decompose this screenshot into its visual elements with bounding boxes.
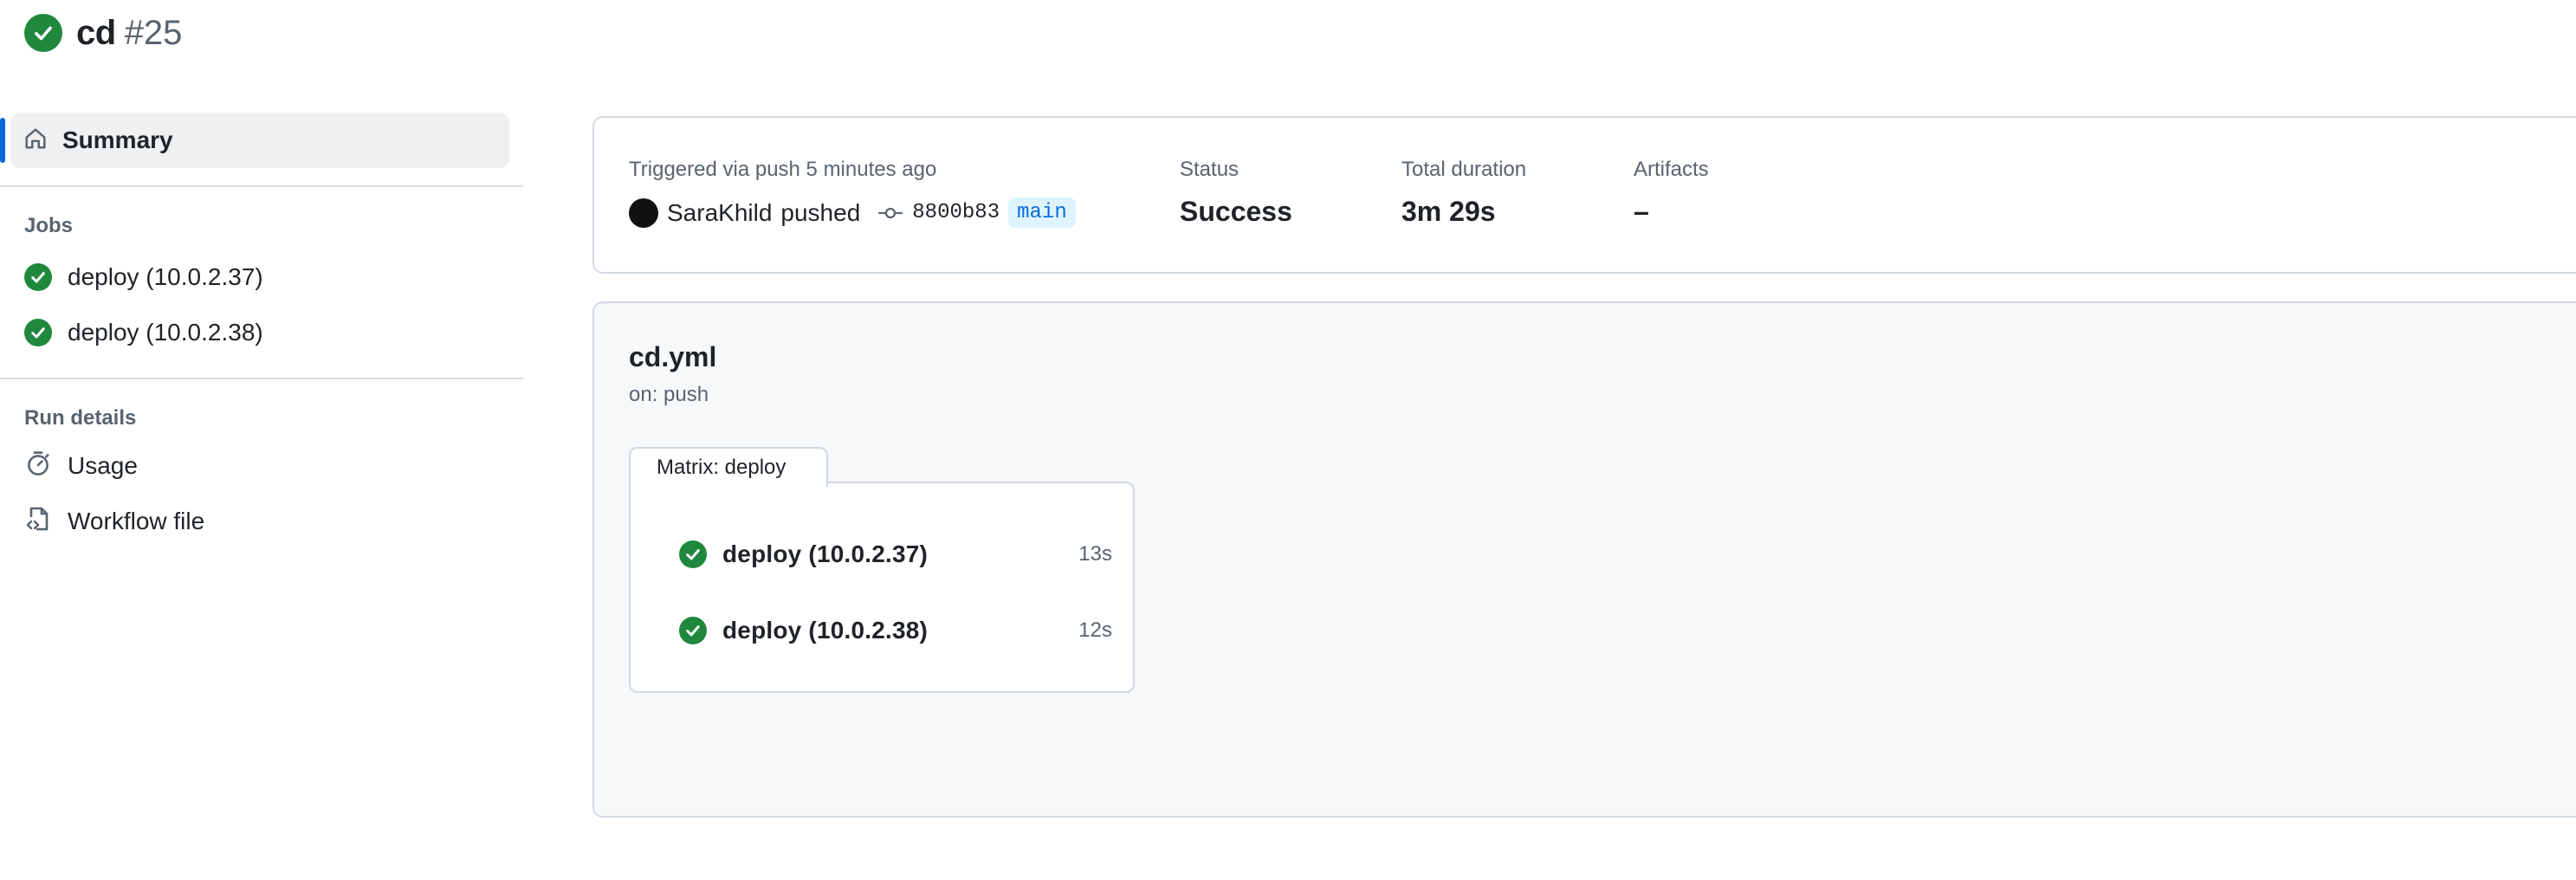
sidebar: Summary Jobs deploy (10.0.2.37) deploy (… (0, 113, 523, 549)
artifacts-label: Artifacts (1634, 158, 1709, 181)
branch-badge[interactable]: main (1008, 197, 1076, 228)
graph-job-duration: 13s (1078, 542, 1112, 566)
file-code-icon (24, 505, 52, 539)
check-circle-fill-icon (24, 14, 62, 52)
commit-sha-link[interactable]: 8800b83 (912, 201, 1000, 224)
sidebar-item-label: deploy (10.0.2.37) (68, 263, 263, 290)
run-summary-card: Triggered via push 5 minutes ago SaraKhi… (592, 116, 2576, 274)
sidebar-item-usage[interactable]: Usage (0, 438, 523, 494)
jobs-heading: Jobs (24, 214, 74, 237)
check-circle-fill-icon (24, 319, 52, 346)
action-text: pushed (780, 198, 861, 226)
artifacts-value: – (1634, 196, 1649, 227)
graph-job-duration: 12s (1078, 618, 1112, 642)
graph-job-name: deploy (10.0.2.38) (722, 617, 929, 644)
home-icon (23, 126, 49, 156)
avatar[interactable] (629, 197, 658, 228)
graph-job-node[interactable]: deploy (10.0.2.37) 13s (679, 528, 1112, 580)
workflow-trigger: on: push (629, 383, 709, 406)
run-title: cd #25 (76, 14, 182, 53)
matrix-label: Matrix: deploy (629, 447, 828, 487)
sidebar-item-workflow-file[interactable]: Workflow file (0, 494, 523, 549)
trigger-details: SaraKhild pushed 8800b83 main (629, 197, 1076, 228)
workflow-graph-card: cd.yml on: push Matrix: deploy deploy (1… (592, 301, 2576, 818)
sidebar-item-summary[interactable]: Summary (0, 113, 509, 168)
graph-job-node[interactable]: deploy (10.0.2.38) 12s (679, 605, 1112, 657)
git-commit-icon (877, 204, 903, 222)
sidebar-item-job[interactable]: deploy (10.0.2.38) (0, 305, 523, 360)
status-value: Success (1180, 196, 1292, 227)
sidebar-item-label: Summary (62, 126, 173, 153)
duration-label: Total duration (1401, 158, 1527, 181)
check-circle-fill-icon (24, 263, 52, 291)
run-number: #25 (124, 13, 183, 52)
run-header: cd #25 (24, 12, 182, 54)
status-label: Status (1180, 158, 1239, 181)
check-circle-fill-icon (679, 617, 707, 644)
stopwatch-icon (24, 450, 52, 483)
sidebar-item-job[interactable]: deploy (10.0.2.37) (0, 249, 523, 305)
duration-value: 3m 29s (1401, 196, 1496, 227)
run-details-heading: Run details (24, 406, 137, 430)
sidebar-item-label: Workflow file (68, 508, 205, 534)
workflow-file-name: cd.yml (629, 341, 717, 372)
workflow-name: cd (76, 13, 116, 52)
graph-job-name: deploy (10.0.2.37) (722, 540, 929, 567)
sidebar-item-label: Usage (68, 452, 138, 479)
check-circle-fill-icon (679, 540, 707, 568)
trigger-text: Triggered via push 5 minutes ago (629, 158, 937, 181)
actor-link[interactable]: SaraKhild (667, 199, 772, 227)
sidebar-item-label: deploy (10.0.2.38) (68, 319, 263, 346)
matrix-group: deploy (10.0.2.37) 13s deploy (10.0.2.38… (629, 482, 1135, 693)
